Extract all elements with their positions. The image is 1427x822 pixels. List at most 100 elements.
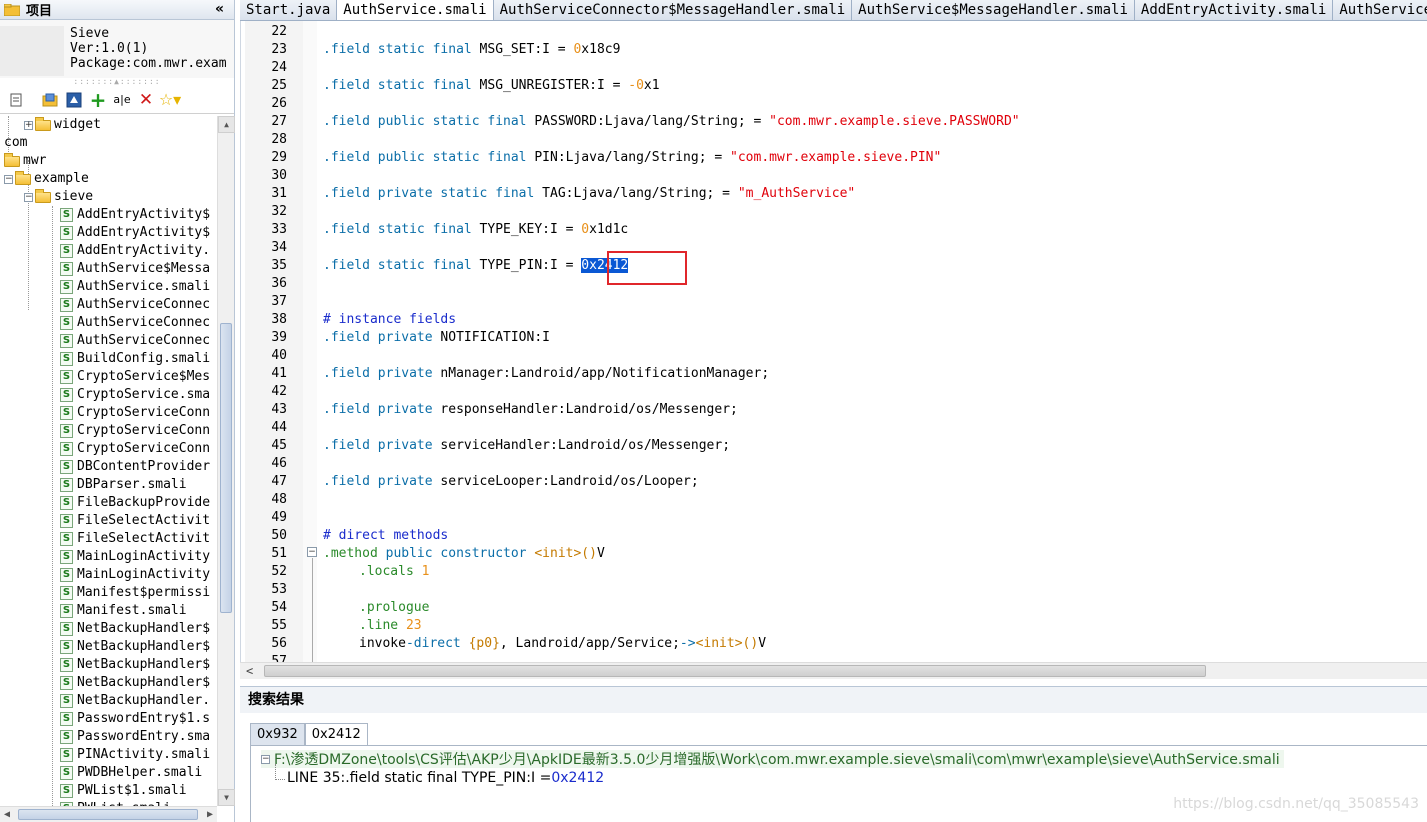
- tree-file-item[interactable]: S PasswordEntry.sma: [0, 728, 216, 746]
- tree-file-item[interactable]: S Manifest.smali: [0, 602, 216, 620]
- tree-file-item[interactable]: S NetBackupHandler.: [0, 692, 216, 710]
- line-number: 23: [271, 42, 287, 57]
- line-number: 41: [271, 366, 287, 381]
- tree-file-item[interactable]: S NetBackupHandler$: [0, 620, 216, 638]
- collapse-panel-button[interactable]: «: [215, 1, 224, 17]
- tree-file-item[interactable]: S CryptoServiceConn: [0, 440, 216, 458]
- code-line-45[interactable]: .field private serviceHandler:Landroid/o…: [323, 437, 730, 455]
- tree-file-item[interactable]: S AuthServiceConnec: [0, 296, 216, 314]
- code-line-43[interactable]: .field private responseHandler:Landroid/…: [323, 401, 738, 419]
- scroll-down-icon[interactable]: ▼: [218, 789, 235, 806]
- scroll-thumb[interactable]: [220, 323, 232, 613]
- resize-grip[interactable]: :::::::▲:::::::: [0, 78, 234, 86]
- code-line-23[interactable]: .field static final MSG_SET:I = 0x18c9: [323, 41, 620, 59]
- tree-node-sieve[interactable]: − sieve: [0, 188, 216, 206]
- code-line-50[interactable]: # direct methods: [323, 527, 448, 545]
- tree-file-item[interactable]: S CryptoServiceConn: [0, 404, 216, 422]
- expand-icon[interactable]: +: [24, 120, 33, 130]
- code-line-54[interactable]: .prologue: [359, 599, 429, 617]
- tree-file-item[interactable]: S PINActivity.smali: [0, 746, 216, 764]
- scroll-thumb[interactable]: [18, 809, 198, 820]
- export-icon[interactable]: [64, 90, 84, 110]
- tree-file-item[interactable]: S AuthService$Messa: [0, 260, 216, 278]
- tree-node-example[interactable]: − example: [0, 170, 216, 188]
- tree-file-item[interactable]: S FileSelectActivit: [0, 512, 216, 530]
- code-line-39[interactable]: .field private NOTIFICATION:I: [323, 329, 550, 347]
- tree-file-item[interactable]: S FileBackupProvide: [0, 494, 216, 512]
- tree-file-item[interactable]: S NetBackupHandler$: [0, 638, 216, 656]
- tree-node-mwr[interactable]: mwr: [0, 152, 216, 170]
- tree-file-item[interactable]: S PWList$1.smali: [0, 782, 216, 800]
- star-icon[interactable]: ☆▾: [159, 90, 181, 110]
- code-line-29[interactable]: .field public static final PIN:Ljava/lan…: [323, 149, 941, 167]
- scroll-up-icon[interactable]: ▲: [218, 116, 235, 133]
- tree-horizontal-scrollbar[interactable]: ◀ ▶: [0, 806, 217, 822]
- tree-file-item[interactable]: S CryptoServiceConn: [0, 422, 216, 440]
- tree-file-item[interactable]: S CryptoService$Mes: [0, 368, 216, 386]
- editor-tab[interactable]: AuthServiceCo: [1333, 0, 1427, 20]
- add-icon[interactable]: +: [88, 88, 108, 112]
- code-line-33[interactable]: .field static final TYPE_KEY:I = 0x1d1c: [323, 221, 628, 239]
- delete-icon[interactable]: ✕: [136, 90, 156, 110]
- code-line-35[interactable]: .field static final TYPE_PIN:I = 0x2412: [323, 257, 629, 275]
- code-line-51[interactable]: .method public constructor <init>()V: [323, 545, 605, 563]
- code-line-25[interactable]: .field static final MSG_UNREGISTER:I = -…: [323, 77, 660, 95]
- fold-toggle-icon[interactable]: −: [307, 547, 317, 557]
- tree-file-item[interactable]: S DBContentProvider: [0, 458, 216, 476]
- search-tab[interactable]: 0x2412: [304, 723, 368, 745]
- editor-tab[interactable]: Start.java: [240, 0, 338, 20]
- search-result-file[interactable]: − F:\渗透DMZone\tools\CS评估\AKP少月\ApkIDE最新3…: [261, 750, 1284, 768]
- code-line-41[interactable]: .field private nManager:Landroid/app/Not…: [323, 365, 769, 383]
- collapse-icon[interactable]: −: [261, 754, 270, 764]
- tree-file-item[interactable]: S PasswordEntry$1.s: [0, 710, 216, 728]
- tree-file-item[interactable]: S AuthServiceConnec: [0, 314, 216, 332]
- rename-icon[interactable]: a|e: [112, 90, 132, 110]
- editor-tab[interactable]: AuthService.smali: [337, 0, 494, 20]
- collapse-icon[interactable]: −: [24, 192, 33, 202]
- tree-file-item[interactable]: S FileSelectActivit: [0, 530, 216, 548]
- tree-file-item[interactable]: S Manifest$permissi: [0, 584, 216, 602]
- tree-file-label: NetBackupHandler$: [77, 657, 211, 672]
- tree-vertical-scrollbar[interactable]: ▲ ▼: [217, 116, 235, 806]
- scroll-thumb[interactable]: [264, 665, 1206, 677]
- editor-horizontal-scrollbar[interactable]: <: [240, 662, 1427, 679]
- scroll-right-icon[interactable]: ▶: [207, 807, 213, 822]
- code-line-55[interactable]: .line 23: [359, 617, 422, 635]
- tree-file-item[interactable]: S NetBackupHandler$: [0, 674, 216, 692]
- tree-file-item[interactable]: S CryptoService.sma: [0, 386, 216, 404]
- tree-file-item[interactable]: S NetBackupHandler$: [0, 656, 216, 674]
- editor-tab[interactable]: AuthServiceConnector$MessageHandler.smal…: [494, 0, 853, 20]
- code-line-52[interactable]: .locals 1: [359, 563, 429, 581]
- code-line-56[interactable]: invoke-direct {p0}, Landroid/app/Service…: [359, 635, 766, 653]
- code-line-47[interactable]: .field private serviceLooper:Landroid/os…: [323, 473, 699, 491]
- scroll-left-icon[interactable]: ◀: [4, 807, 10, 822]
- tree-file-item[interactable]: S AuthService.smali: [0, 278, 216, 296]
- import-icon[interactable]: [40, 90, 60, 110]
- code-line-27[interactable]: .field public static final PASSWORD:Ljav…: [323, 113, 1020, 131]
- tree-file-item[interactable]: S AddEntryActivity.: [0, 242, 216, 260]
- code-line-31[interactable]: .field private static final TAG:Ljava/la…: [323, 185, 855, 203]
- tree-file-label: NetBackupHandler.: [77, 693, 211, 708]
- line-number: 29: [271, 150, 287, 165]
- tree-node-widget[interactable]: + widget: [0, 116, 216, 134]
- tree-file-item[interactable]: S PWDBHelper.smali: [0, 764, 216, 782]
- tree-file-item[interactable]: S DBParser.smali: [0, 476, 216, 494]
- code-editor[interactable]: 22 23 24 25 26 27 28 29 30 31 32 33 34 35 36 37 38 39 40 41…: [240, 21, 1427, 662]
- tree-file-item[interactable]: S BuildConfig.smali: [0, 350, 216, 368]
- tree-file-item[interactable]: S AuthServiceConnec: [0, 332, 216, 350]
- tree-node-com[interactable]: com: [0, 134, 216, 152]
- tree-file-label: MainLoginActivity: [77, 567, 211, 582]
- scroll-left-icon[interactable]: <: [246, 663, 253, 680]
- page-icon[interactable]: [6, 90, 26, 110]
- tree-file-label: PWDBHelper.smali: [77, 765, 203, 780]
- editor-tab[interactable]: AuthService$MessageHandler.smali: [852, 0, 1135, 20]
- collapse-icon[interactable]: −: [4, 174, 13, 184]
- search-result-line[interactable]: LINE 35:.field static final TYPE_PIN:I =…: [287, 770, 604, 788]
- tree-file-item[interactable]: S AddEntryActivity$: [0, 206, 216, 224]
- tree-file-item[interactable]: S MainLoginActivity: [0, 566, 216, 584]
- search-tab[interactable]: 0x932: [250, 723, 305, 745]
- code-line-38[interactable]: # instance fields: [323, 311, 456, 329]
- tree-file-item[interactable]: S AddEntryActivity$: [0, 224, 216, 242]
- tree-file-item[interactable]: S MainLoginActivity: [0, 548, 216, 566]
- editor-tab[interactable]: AddEntryActivity.smali: [1135, 0, 1334, 20]
